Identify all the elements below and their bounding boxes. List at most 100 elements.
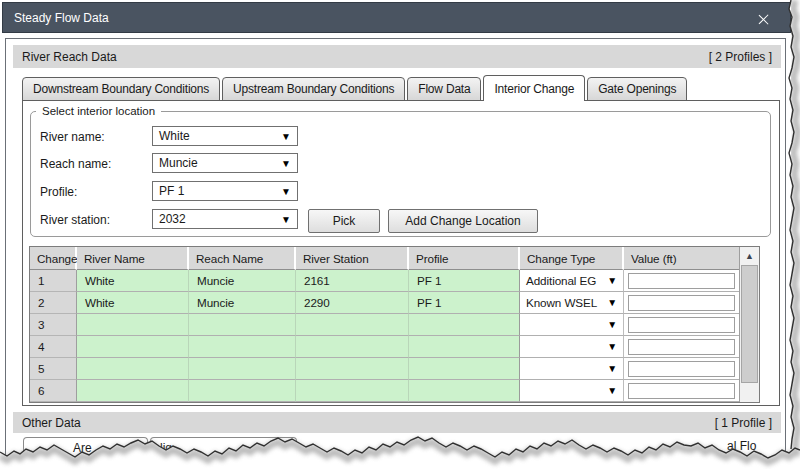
pick-button[interactable]: Pick: [308, 209, 380, 233]
scrollbar-thumb[interactable]: [741, 265, 758, 383]
river-station-label: River station:: [40, 210, 110, 230]
dialog-titlebar[interactable]: Steady Flow Data: [2, 2, 791, 33]
cell-change-type-combo[interactable]: ▼: [520, 336, 624, 358]
chevron-down-icon: ▼: [281, 214, 291, 225]
change-locations-table: Change River Name Reach Name River Stati…: [29, 246, 760, 403]
section-header-river-reach-data: River Reach Data [ 2 Profiles ]: [13, 45, 781, 68]
row-number: 2: [30, 292, 77, 314]
cell-profile[interactable]: [409, 380, 520, 402]
section-title: River Reach Data: [22, 50, 117, 64]
chevron-down-icon: ▼: [607, 341, 617, 352]
table-scrollbar: ▲: [739, 247, 759, 402]
profile-label: Profile:: [40, 182, 77, 202]
cell-value[interactable]: [624, 336, 739, 358]
table-grid: Change River Name Reach Name River Stati…: [30, 247, 739, 402]
cell-river-name[interactable]: [77, 358, 189, 380]
value-input[interactable]: [628, 339, 735, 355]
profiles-badge: [ 2 Profiles ]: [709, 50, 772, 64]
cell-change-type-combo[interactable]: ▼: [520, 358, 624, 380]
chevron-down-icon: ▼: [607, 319, 617, 330]
tab-interior-change[interactable]: Interior Change: [483, 75, 585, 101]
tab-upstream-boundary-conditions[interactable]: Upstream Boundary Conditions: [222, 77, 405, 101]
col-header-river-station: River Station: [296, 247, 409, 270]
tab-downstream-boundary-conditions[interactable]: Downstream Boundary Conditions: [22, 77, 220, 101]
row-number: 5: [30, 358, 77, 380]
cell-reach-name[interactable]: Muncie: [189, 270, 296, 292]
cell-change-type-combo[interactable]: ▼: [520, 380, 624, 402]
profile-combo[interactable]: PF 1 ▼: [152, 181, 298, 201]
cell-river-station[interactable]: [296, 380, 409, 402]
cell-value[interactable]: [624, 314, 739, 336]
chevron-down-icon: ▼: [607, 275, 617, 286]
torn-tab-fragment: al Flo: [727, 439, 756, 453]
col-header-change-type: Change Type: [520, 247, 624, 270]
close-icon[interactable]: [757, 13, 770, 26]
cell-value[interactable]: [624, 270, 739, 292]
scroll-up-icon[interactable]: ▲: [740, 247, 759, 264]
cell-change-type-combo[interactable]: Known WSEL▼: [520, 292, 624, 314]
col-header-river-name: River Name: [77, 247, 189, 270]
row-number: 4: [30, 336, 77, 358]
cell-profile[interactable]: [409, 336, 520, 358]
cell-reach-name[interactable]: [189, 358, 296, 380]
value-input[interactable]: [628, 361, 735, 377]
torn-tab-2[interactable]: [150, 437, 297, 467]
cell-reach-name[interactable]: Muncie: [189, 292, 296, 314]
cell-profile[interactable]: [409, 314, 520, 336]
cell-profile[interactable]: [409, 358, 520, 380]
value-input[interactable]: [628, 317, 735, 333]
chevron-down-icon: ▼: [607, 363, 617, 374]
chevron-down-icon: ▼: [281, 131, 291, 142]
cell-profile[interactable]: PF 1: [409, 292, 520, 314]
cell-reach-name[interactable]: [189, 336, 296, 358]
chevron-down-icon: ▼: [281, 186, 291, 197]
chevron-down-icon: ▼: [607, 297, 617, 308]
cell-river-name[interactable]: White: [77, 292, 189, 314]
cell-river-station[interactable]: [296, 336, 409, 358]
tab-flow-data[interactable]: Flow Data: [407, 77, 481, 101]
row-number: 3: [30, 314, 77, 336]
river-name-label: River name:: [40, 127, 105, 147]
cell-river-station[interactable]: [296, 358, 409, 380]
chevron-down-icon: ▼: [281, 158, 291, 169]
section-title: Other Data: [22, 416, 81, 430]
cell-river-station[interactable]: [296, 314, 409, 336]
cell-river-name[interactable]: [77, 336, 189, 358]
river-name-combo[interactable]: White ▼: [152, 126, 298, 146]
cell-river-name[interactable]: White: [77, 270, 189, 292]
cell-reach-name[interactable]: [189, 314, 296, 336]
chevron-down-icon: ▼: [607, 385, 617, 396]
col-header-reach-name: Reach Name: [189, 247, 296, 270]
cell-value[interactable]: [624, 292, 739, 314]
steady-flow-dialog: Steady Flow Data River Reach Data [ 2 Pr…: [0, 0, 800, 472]
value-input[interactable]: [628, 273, 735, 289]
dialog-title: Steady Flow Data: [14, 11, 109, 25]
cell-profile[interactable]: PF 1: [409, 270, 520, 292]
cell-value[interactable]: [624, 358, 739, 380]
cell-river-station[interactable]: 2290: [296, 292, 409, 314]
tab-bar: Downstream Boundary Conditions Upstream …: [22, 75, 689, 101]
cell-river-name[interactable]: [77, 380, 189, 402]
value-input[interactable]: [628, 295, 735, 311]
add-change-location-button[interactable]: Add Change Location: [388, 209, 538, 233]
value-input[interactable]: [628, 383, 735, 399]
cell-value[interactable]: [624, 380, 739, 402]
cell-change-type-combo[interactable]: Additional EG▼: [520, 270, 624, 292]
cell-reach-name[interactable]: [189, 380, 296, 402]
tab-gate-openings[interactable]: Gate Openings: [587, 77, 687, 101]
river-station-combo[interactable]: 2032 ▼: [152, 209, 298, 229]
section-header-other-data: Other Data [ 1 Profile ]: [13, 412, 781, 433]
torn-tab-fragment: lig: [160, 441, 172, 455]
reach-name-label: Reach name:: [40, 154, 111, 174]
groupbox-legend: Select interior location: [36, 105, 161, 117]
profile-badge: [ 1 Profile ]: [715, 416, 772, 430]
row-number: 6: [30, 380, 77, 402]
cell-river-station[interactable]: 2161: [296, 270, 409, 292]
torn-tab-fragment: Are: [73, 441, 92, 455]
cell-river-name[interactable]: [77, 314, 189, 336]
row-number: 1: [30, 270, 77, 292]
reach-name-combo[interactable]: Muncie ▼: [152, 153, 298, 173]
col-header-value: Value (ft): [624, 247, 739, 270]
col-header-profile: Profile: [409, 247, 520, 270]
cell-change-type-combo[interactable]: ▼: [520, 314, 624, 336]
